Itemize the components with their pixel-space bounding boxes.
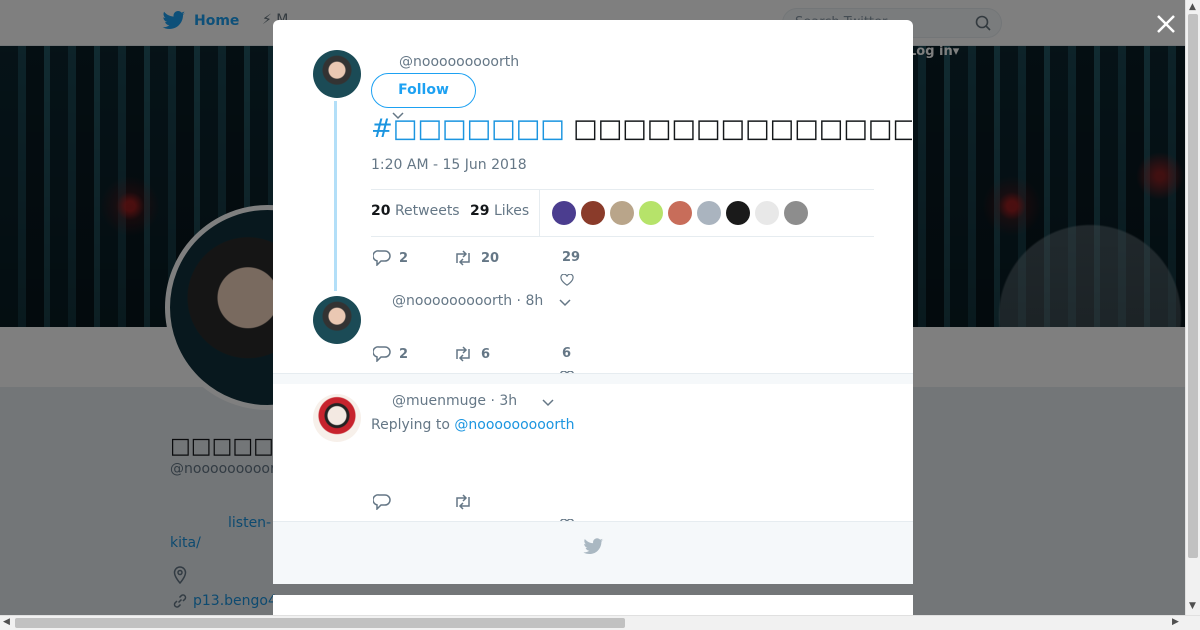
replies-separator	[273, 373, 913, 384]
replying-to: Replying to @nooooooooorth	[371, 417, 574, 433]
thread-reply-retweet-button[interactable]: 6	[453, 346, 491, 362]
retweet-icon	[456, 250, 470, 266]
liker-avatar[interactable]	[726, 201, 750, 225]
liker-avatar[interactable]	[755, 201, 779, 225]
vertical-scrollbar[interactable]: ▲ ▼	[1185, 0, 1200, 615]
thread-reply-header: @nooooooooorth · 8h	[392, 293, 543, 309]
liker-avatar[interactable]	[581, 201, 605, 225]
liker-avatar[interactable]	[697, 201, 721, 225]
liker-avatar[interactable]	[552, 201, 576, 225]
retweet-count: 20	[481, 250, 500, 266]
scroll-up-arrow-icon[interactable]: ▲	[1189, 2, 1196, 12]
reply-icon	[373, 494, 391, 510]
scroll-down-arrow-icon[interactable]: ▼	[1189, 601, 1196, 611]
thread-reply-handle[interactable]: @nooooooooorth	[392, 293, 512, 309]
tweet-text: #□□□□□□□ □□□□□□□□□□□□□□□□□□□□3300□□□□□□□…	[371, 113, 912, 145]
tweet-body: □□□□□□□□□□□□□□□□□□□□3300□□□□□□□□□□□□□□□□…	[573, 114, 912, 144]
thread-line	[334, 101, 337, 291]
tweet-stats: 20 Retweets 29 Likes	[371, 189, 874, 237]
reply-handle[interactable]: @muenmuge	[392, 393, 486, 409]
retweets-count: 20	[371, 203, 391, 219]
liker-avatar[interactable]	[668, 201, 692, 225]
reply-retweet-button[interactable]	[453, 494, 473, 510]
tweet-author-handle[interactable]: @nooooooooorth	[399, 54, 519, 70]
vertical-scroll-thumb[interactable]	[1188, 14, 1198, 558]
reply-time[interactable]: · 3h	[490, 393, 517, 409]
likes-count: 29	[470, 203, 490, 219]
likes-stat[interactable]: 29 Likes	[470, 203, 529, 219]
thread-reply-reply-button[interactable]: 2	[373, 346, 409, 362]
reply-icon	[373, 346, 391, 362]
reply-button[interactable]: 2	[373, 250, 409, 266]
retweet-count: 6	[481, 346, 491, 362]
liker-avatars	[552, 201, 808, 225]
chevron-down-icon[interactable]	[392, 112, 404, 120]
reply-header: @muenmuge · 3h	[392, 393, 517, 409]
thread-reply-time[interactable]: · 8h	[517, 293, 544, 309]
chevron-down-icon[interactable]	[542, 399, 554, 407]
retweets-label: Retweets	[394, 203, 460, 219]
scroll-left-arrow-icon[interactable]: ◀	[3, 617, 10, 627]
reply-count: 2	[399, 250, 409, 266]
like-count-label: 29	[562, 250, 580, 265]
scroll-right-arrow-icon[interactable]: ▶	[1172, 617, 1179, 627]
liker-avatar[interactable]	[610, 201, 634, 225]
horizontal-scrollbar[interactable]: ◀ ▶	[0, 615, 1200, 630]
reply-reply-button[interactable]	[373, 494, 391, 510]
like-count: 29	[562, 250, 581, 265]
reply-avatar[interactable]	[313, 394, 361, 442]
liker-avatar[interactable]	[639, 201, 663, 225]
follow-button[interactable]: Follow	[371, 73, 476, 108]
retweet-button[interactable]: 20	[453, 250, 499, 266]
twitter-bird-icon	[583, 538, 604, 554]
thread-reply-avatar[interactable]	[313, 296, 361, 344]
replying-prefix: Replying to	[371, 417, 450, 433]
reply-icon	[373, 250, 391, 266]
close-button[interactable]	[1152, 10, 1180, 38]
tweet-timestamp[interactable]: 1:20 AM - 15 Jun 2018	[371, 157, 527, 173]
horizontal-scroll-thumb[interactable]	[15, 618, 625, 628]
close-icon	[1157, 15, 1175, 33]
reply-count: 2	[399, 346, 409, 362]
like-count: 6	[562, 346, 572, 361]
replying-to-link[interactable]: @nooooooooorth	[454, 417, 574, 433]
retweet-icon	[456, 494, 470, 510]
retweet-icon	[456, 346, 470, 362]
retweets-stat[interactable]: 20 Retweets	[371, 203, 460, 219]
liker-avatar[interactable]	[784, 201, 808, 225]
heart-icon[interactable]	[559, 274, 575, 286]
likes-label: Likes	[493, 203, 530, 219]
tweet-modal	[273, 20, 913, 584]
tweet-author-avatar[interactable]	[313, 50, 361, 98]
thread-reply-like-count: 6	[562, 346, 572, 361]
modal-bottom-strip	[273, 595, 913, 615]
chevron-down-icon[interactable]	[559, 299, 571, 307]
